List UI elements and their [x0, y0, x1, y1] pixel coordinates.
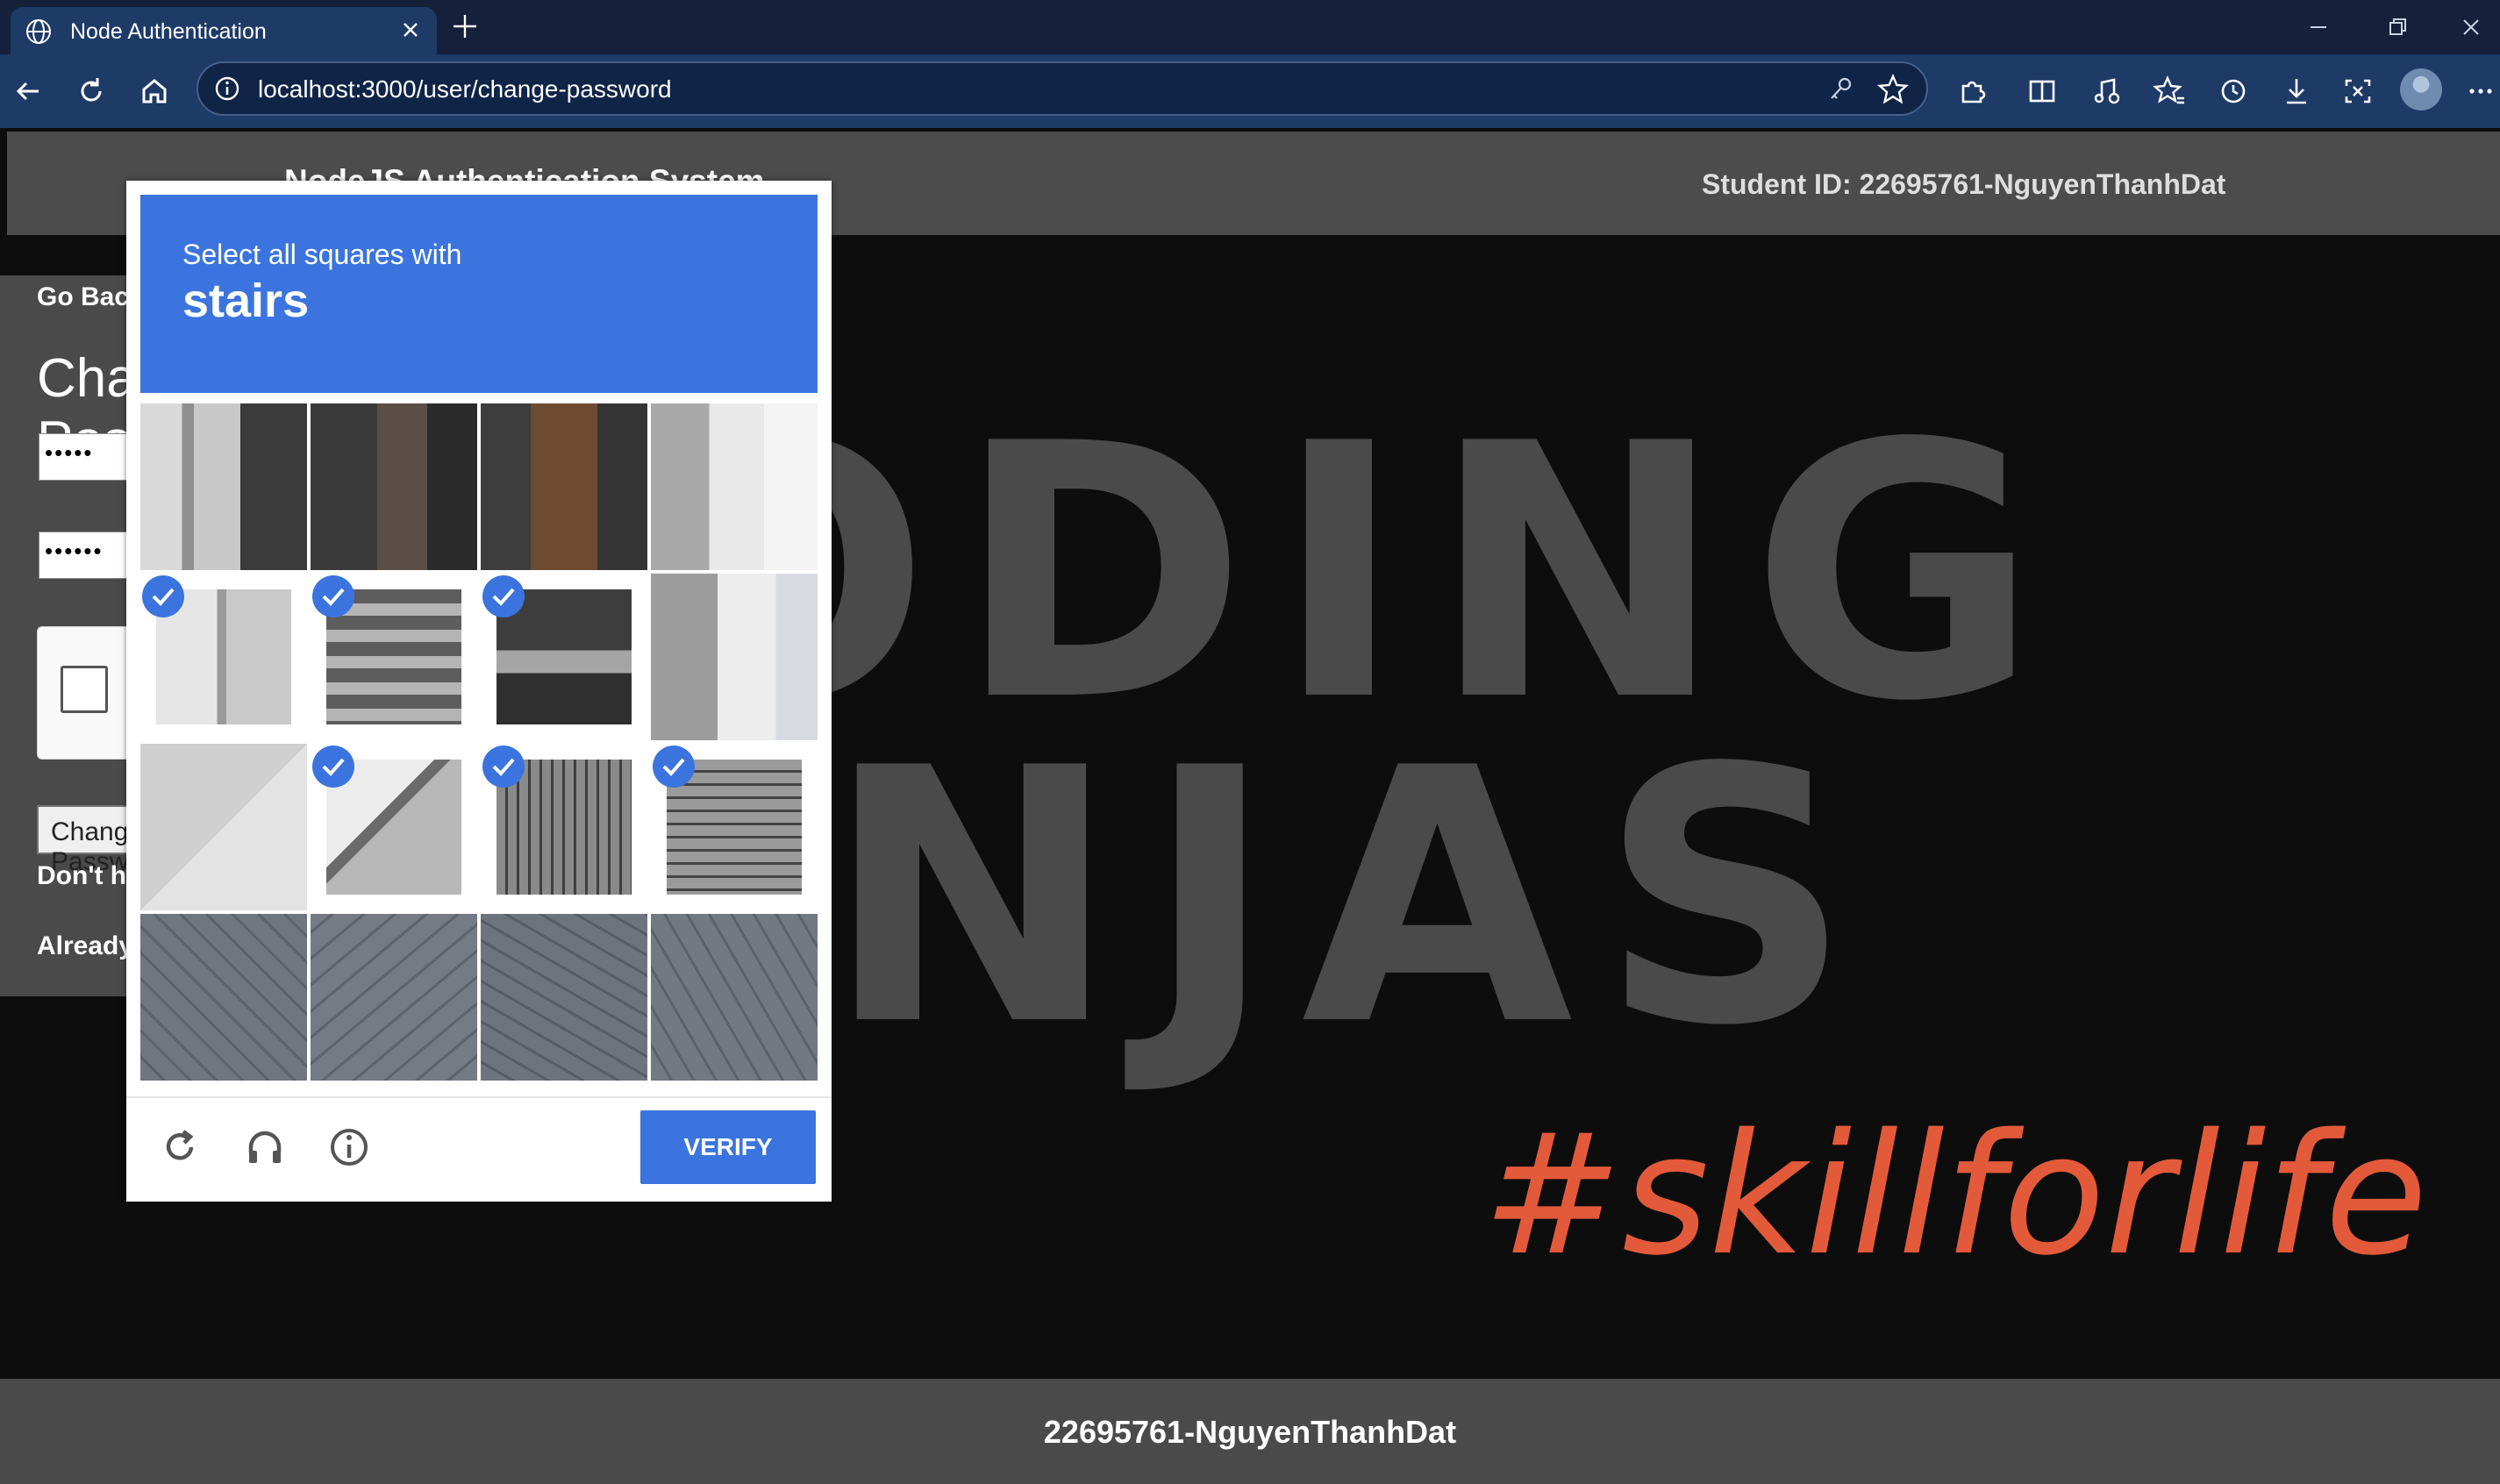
restore-window-icon[interactable] — [2382, 12, 2412, 42]
recaptcha-checkbox[interactable] — [61, 666, 108, 713]
extensions-icon[interactable] — [1953, 72, 1991, 111]
tab-title: Node Authentication — [70, 19, 267, 44]
globe-icon — [26, 19, 51, 44]
history-icon[interactable] — [2214, 72, 2253, 111]
captcha-tile[interactable] — [311, 914, 477, 1081]
browser-tab[interactable]: Node Authentication — [11, 7, 437, 54]
hero-text-line-2: NJAS — [825, 695, 1879, 1102]
captcha-tile[interactable] — [481, 403, 647, 570]
new-tab-icon[interactable] — [449, 11, 481, 42]
info-icon[interactable] — [325, 1123, 374, 1172]
selected-check-icon — [312, 575, 354, 617]
site-info-icon[interactable] — [212, 74, 242, 103]
new-password-value: •••••• — [45, 538, 104, 564]
reload-icon[interactable] — [72, 72, 111, 111]
minimize-window-icon[interactable] — [2304, 12, 2333, 42]
favorite-star-icon[interactable] — [1875, 72, 1911, 107]
home-icon[interactable] — [135, 72, 174, 111]
close-window-icon[interactable] — [2456, 12, 2486, 42]
audio-challenge-icon[interactable] — [240, 1123, 289, 1172]
captcha-tile[interactable] — [481, 574, 647, 740]
captcha-challenge: Select all squares with stairs VERIFY — [126, 181, 832, 1202]
captcha-tile[interactable] — [140, 744, 307, 910]
captcha-tile[interactable] — [481, 914, 647, 1081]
browser-toolbar: localhost:3000/user/change-password — [0, 54, 2500, 128]
screenshot-icon[interactable] — [2339, 72, 2377, 111]
footer-text: 22695761-NguyenThanhDat — [1043, 1414, 1457, 1450]
captcha-header: Select all squares with stairs — [140, 195, 818, 393]
browser-tab-bar: Node Authentication — [0, 0, 2500, 54]
hero-hashtag: #skillforlife — [1482, 1098, 2428, 1292]
selected-check-icon — [482, 746, 525, 788]
key-icon[interactable] — [1825, 74, 1856, 105]
media-icon[interactable] — [2088, 72, 2126, 111]
selected-check-icon — [482, 575, 525, 617]
old-password-value: ••••• — [45, 439, 94, 466]
captcha-tile[interactable] — [481, 744, 647, 910]
close-tab-icon[interactable] — [396, 16, 425, 44]
favorites-icon[interactable] — [2151, 72, 2189, 111]
downloads-icon[interactable] — [2277, 72, 2316, 111]
back-icon[interactable] — [9, 72, 47, 111]
captcha-tile[interactable] — [651, 403, 818, 570]
selected-check-icon — [653, 746, 695, 788]
student-id: Student ID: 22695761-NguyenThanhDat — [1702, 168, 2226, 200]
selected-check-icon — [312, 746, 354, 788]
captcha-tile[interactable] — [311, 574, 477, 740]
captcha-tile[interactable] — [311, 744, 477, 910]
captcha-tile[interactable] — [651, 744, 818, 910]
captcha-tile[interactable] — [140, 403, 307, 570]
captcha-tile[interactable] — [140, 574, 307, 740]
more-options-icon[interactable] — [2461, 72, 2500, 111]
verify-button-label: VERIFY — [683, 1133, 773, 1160]
captcha-divider — [126, 1096, 832, 1098]
selected-check-icon — [142, 575, 184, 617]
profile-avatar[interactable] — [2400, 68, 2442, 111]
verify-button[interactable]: VERIFY — [640, 1110, 816, 1184]
reload-challenge-icon[interactable] — [156, 1123, 205, 1172]
captcha-instruction: Select all squares with — [182, 239, 462, 270]
url-text[interactable]: localhost:3000/user/change-password — [258, 75, 672, 103]
captcha-tile[interactable] — [651, 574, 818, 740]
captcha-tile[interactable] — [311, 403, 477, 570]
address-bar[interactable]: localhost:3000/user/change-password — [196, 61, 1928, 116]
captcha-tile[interactable] — [651, 914, 818, 1081]
site-footer: 22695761-NguyenThanhDat — [0, 1379, 2500, 1484]
captcha-tile[interactable] — [140, 914, 307, 1081]
captcha-keyword: stairs — [182, 275, 310, 327]
split-screen-icon[interactable] — [2023, 72, 2061, 111]
